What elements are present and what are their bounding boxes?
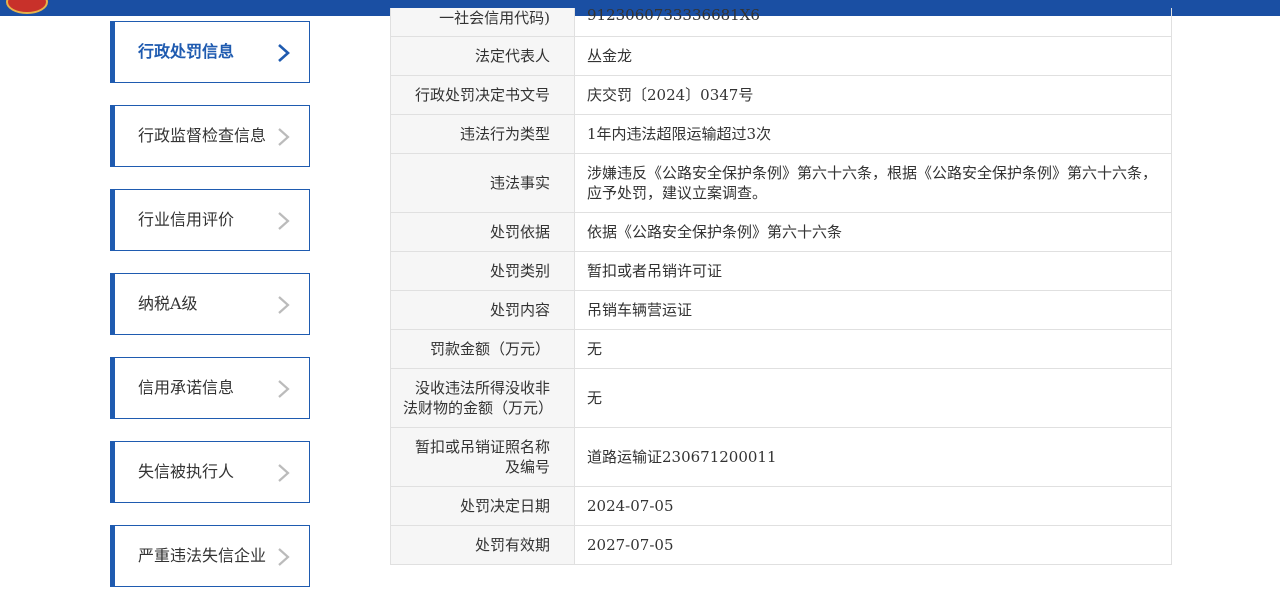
sidebar-item-label: 纳税A级 bbox=[138, 294, 198, 313]
table-row: 违法行为类型 1年内违法超限运输超过3次 bbox=[391, 114, 1171, 154]
field-label: 违法行为类型 bbox=[391, 114, 575, 154]
field-label: 一社会信用代码) bbox=[391, 8, 575, 37]
field-label: 处罚依据 bbox=[391, 212, 575, 252]
chevron-right-icon bbox=[278, 380, 290, 398]
field-value: 91230607333366​81X6 bbox=[574, 8, 1171, 37]
field-label: 处罚决定日期 bbox=[391, 486, 575, 526]
field-value: 依据《公路安全保护条例》第六十六条 bbox=[574, 212, 1171, 252]
field-value: 无 bbox=[574, 329, 1171, 369]
field-label: 处罚有效期 bbox=[391, 525, 575, 565]
field-value: 道路运输证230671200011 bbox=[574, 427, 1171, 487]
field-value: 丛金龙 bbox=[574, 36, 1171, 76]
field-value: 涉嫌违反《公路安全保护条例》第六十六条，根据《公路安全保护条例》第六十六条，应予… bbox=[574, 153, 1171, 213]
sidebar-item-label: 信用承诺信息 bbox=[138, 378, 235, 397]
field-label: 行政处罚决定书文号 bbox=[391, 75, 575, 115]
sidebar-item-credit-commitment[interactable]: 信用承诺信息 bbox=[110, 357, 310, 419]
field-value: 2024-07-05 bbox=[574, 486, 1171, 526]
table-row: 行政处罚决定书文号 庆交罚〔2024〕0347号 bbox=[391, 75, 1171, 115]
field-label: 没收违法所得没收非法财物的金额（万元） bbox=[391, 368, 575, 428]
sidebar-item-tax-grade-a[interactable]: 纳税A级 bbox=[110, 273, 310, 335]
table-row: 处罚决定日期 2024-07-05 bbox=[391, 486, 1171, 526]
emblem-logo-icon bbox=[6, 0, 48, 14]
sidebar-nav: 行政处罚信息 行政监督检查信息 行业信用评价 纳税A级 信用承诺信息 失信被执行… bbox=[110, 21, 310, 609]
table-row: 处罚有效期 2027-07-05 bbox=[391, 525, 1171, 565]
field-label: 暂扣或吊销证照名称及编号 bbox=[391, 427, 575, 487]
field-label: 处罚类别 bbox=[391, 251, 575, 291]
chevron-right-icon bbox=[278, 44, 290, 62]
chevron-right-icon bbox=[278, 296, 290, 314]
field-label: 处罚内容 bbox=[391, 290, 575, 330]
sidebar-item-label: 行政处罚信息 bbox=[138, 42, 235, 61]
sidebar-item-administrative-penalty[interactable]: 行政处罚信息 bbox=[110, 21, 310, 83]
sidebar-item-label: 行业信用评价 bbox=[138, 210, 235, 229]
field-value: 2027-07-05 bbox=[574, 525, 1171, 565]
chevron-right-icon bbox=[278, 212, 290, 230]
table-row: 没收违法所得没收非法财物的金额（万元） 无 bbox=[391, 368, 1171, 428]
table-row: 一社会信用代码) 91230607333366​81X6 bbox=[391, 8, 1171, 37]
sidebar-item-label: 严重违法失信企业 bbox=[138, 546, 267, 565]
field-label: 法定代表人 bbox=[391, 36, 575, 76]
sidebar-item-dishonest-debtor[interactable]: 失信被执行人 bbox=[110, 441, 310, 503]
table-row: 处罚类别 暂扣或者吊销许可证 bbox=[391, 251, 1171, 291]
field-label: 罚款金额（万元） bbox=[391, 329, 575, 369]
chevron-right-icon bbox=[278, 128, 290, 146]
chevron-right-icon bbox=[278, 548, 290, 566]
table-row: 法定代表人 丛金龙 bbox=[391, 36, 1171, 76]
field-value: 吊销车辆营运证 bbox=[574, 290, 1171, 330]
table-row: 处罚依据 依据《公路安全保护条例》第六十六条 bbox=[391, 212, 1171, 252]
table-row: 违法事实 涉嫌违反《公路安全保护条例》第六十六条，根据《公路安全保护条例》第六十… bbox=[391, 153, 1171, 213]
field-value: 无 bbox=[574, 368, 1171, 428]
sidebar-item-label: 失信被执行人 bbox=[138, 462, 235, 481]
penalty-detail-table: 一社会信用代码) 91230607333366​81X6 法定代表人 丛金龙 行… bbox=[390, 8, 1172, 565]
sidebar-item-label: 行政监督检查信息 bbox=[138, 126, 267, 145]
table-row: 罚款金额（万元） 无 bbox=[391, 329, 1171, 369]
field-value: 庆交罚〔2024〕0347号 bbox=[574, 75, 1171, 115]
field-label: 违法事实 bbox=[391, 153, 575, 213]
chevron-right-icon bbox=[278, 464, 290, 482]
table-row: 处罚内容 吊销车辆营运证 bbox=[391, 290, 1171, 330]
field-value: 暂扣或者吊销许可证 bbox=[574, 251, 1171, 291]
sidebar-item-industry-credit-rating[interactable]: 行业信用评价 bbox=[110, 189, 310, 251]
table-row: 暂扣或吊销证照名称及编号 道路运输证230671200011 bbox=[391, 427, 1171, 487]
field-value: 1年内违法超限运输超过3次 bbox=[574, 114, 1171, 154]
sidebar-item-supervision-inspection[interactable]: 行政监督检查信息 bbox=[110, 105, 310, 167]
sidebar-item-serious-violation-enterprise[interactable]: 严重违法失信企业 bbox=[110, 525, 310, 587]
